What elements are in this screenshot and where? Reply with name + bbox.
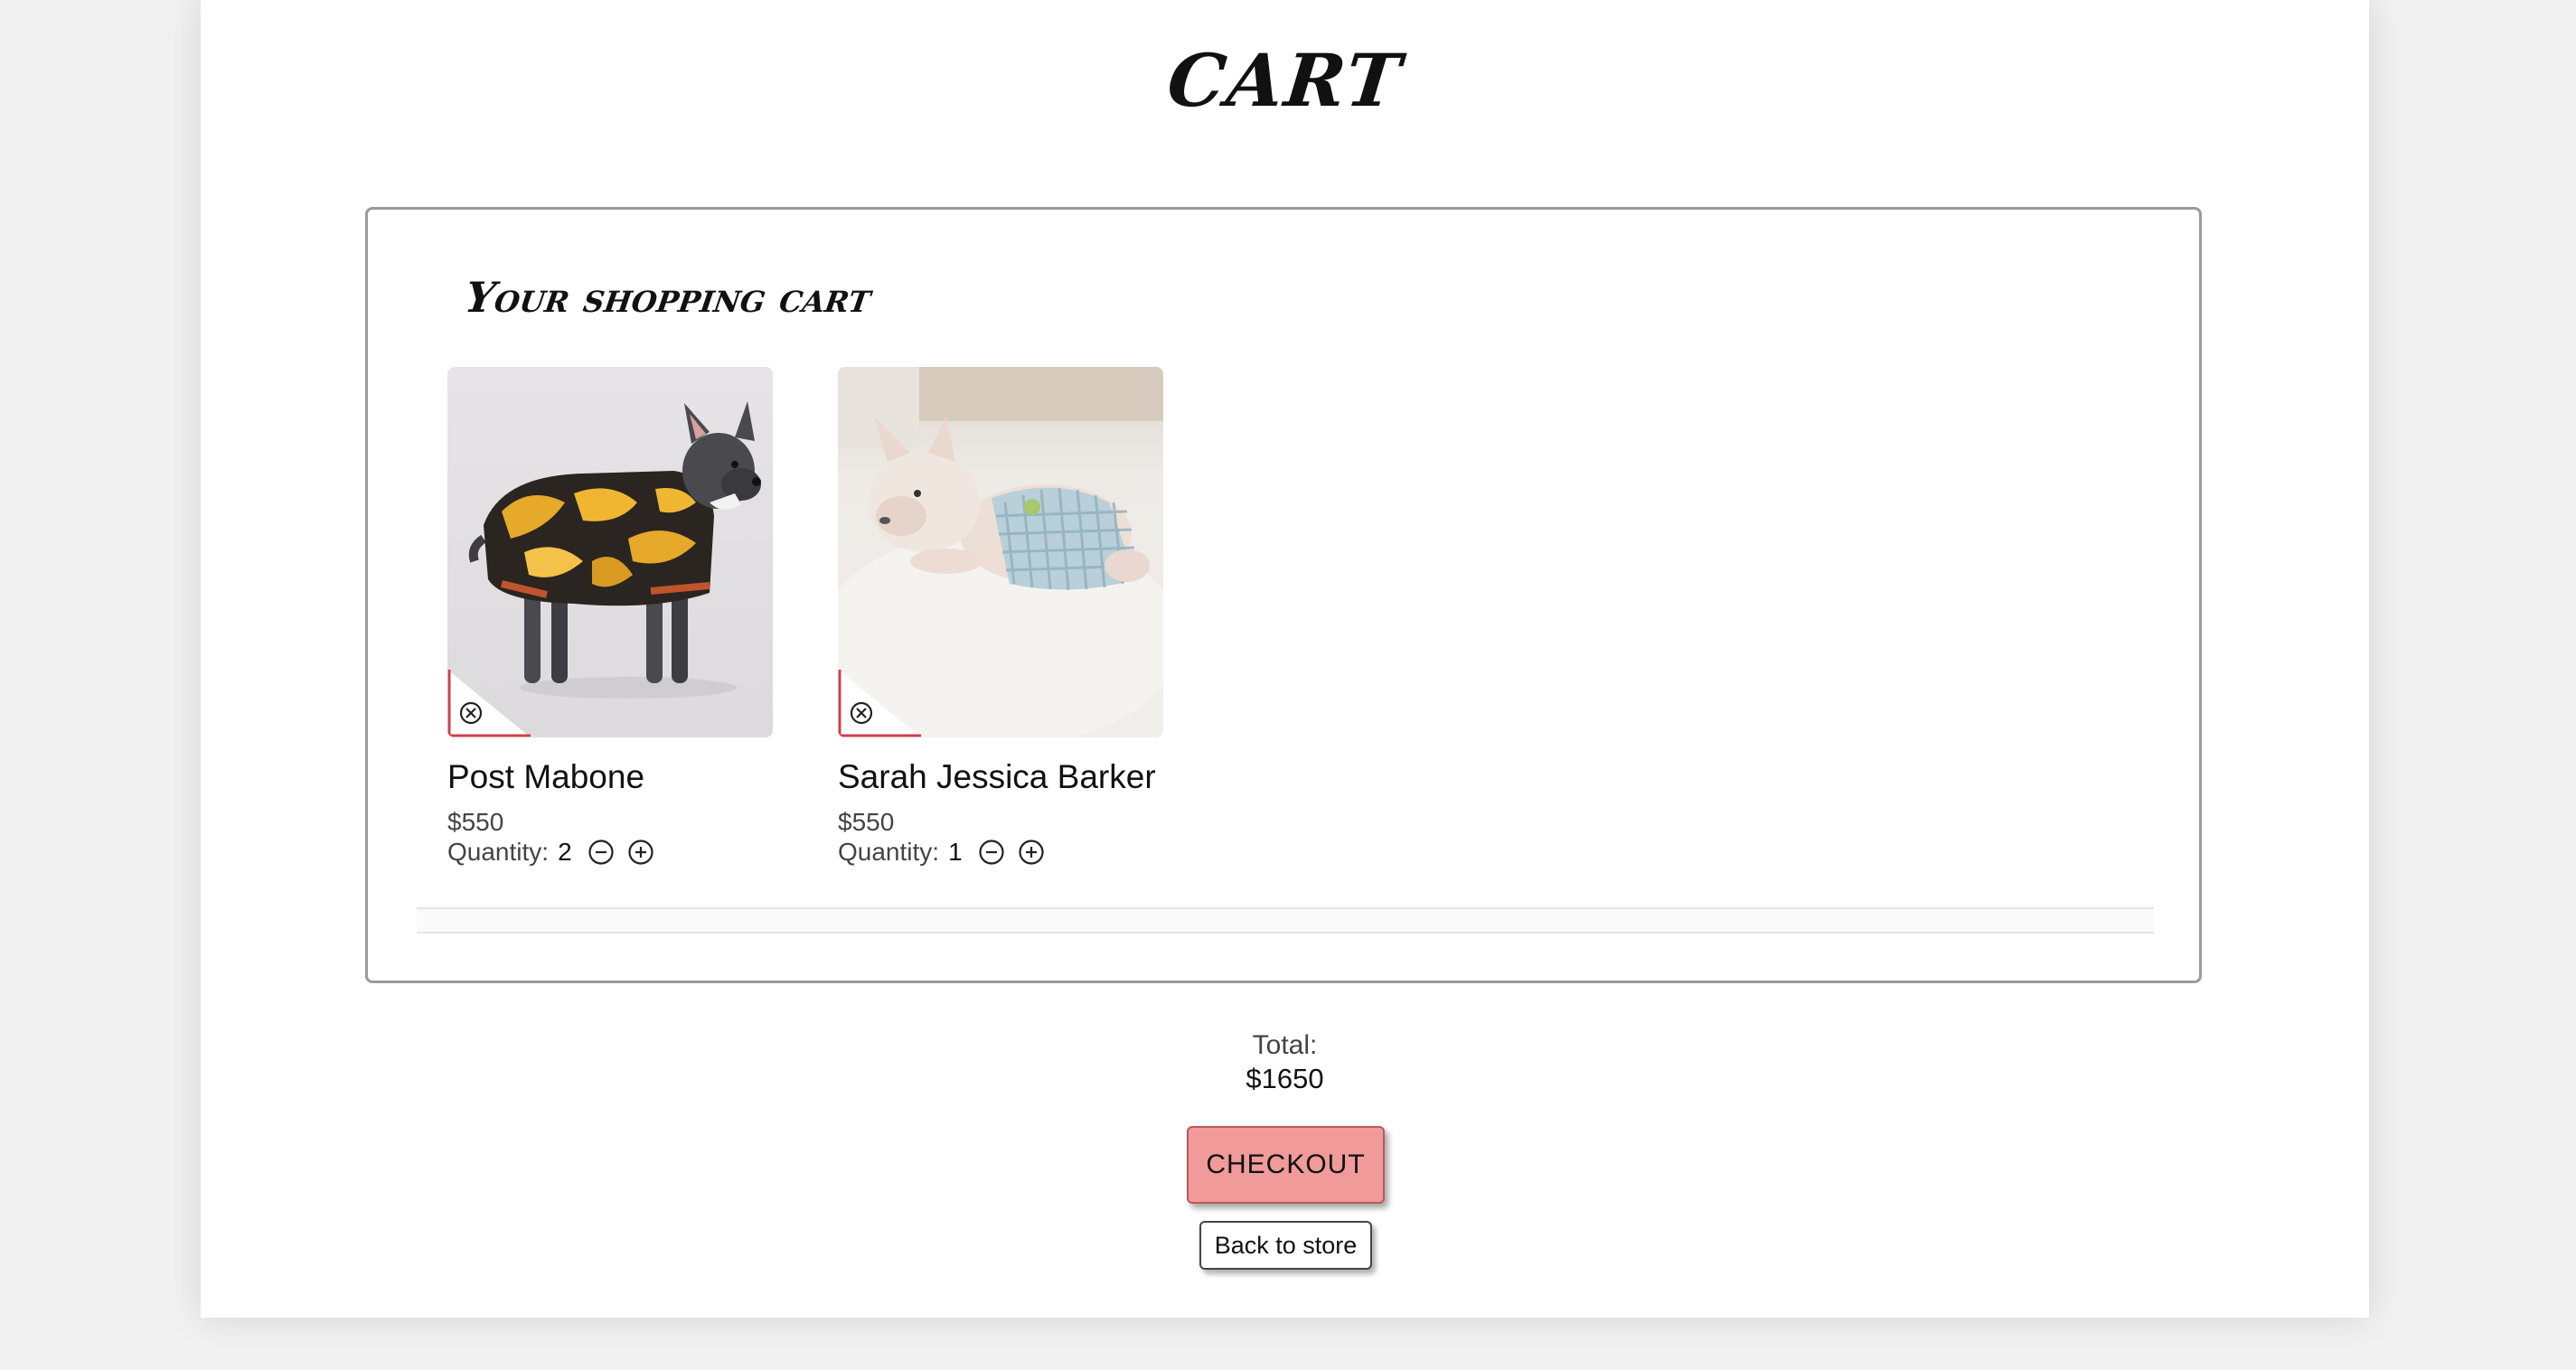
- cart-heading: Your shopping cart: [462, 273, 875, 322]
- page-container: Cart Your shopping cart: [201, 0, 2369, 1318]
- remove-item-button[interactable]: [447, 670, 531, 737]
- checkout-button[interactable]: CHECKOUT: [1187, 1126, 1385, 1204]
- increase-quantity-button[interactable]: [626, 838, 655, 867]
- cart-item: Post Mabone $550 Quantity: 2: [447, 367, 773, 868]
- decrease-quantity-button[interactable]: [977, 838, 1006, 867]
- increase-quantity-button[interactable]: [1017, 838, 1046, 867]
- minus-circle-icon: [588, 840, 614, 865]
- horizontal-scrollbar[interactable]: [417, 907, 2154, 934]
- minus-circle-icon: [979, 840, 1004, 865]
- product-image: [447, 367, 773, 737]
- item-name: Sarah Jessica Barker: [838, 758, 1156, 795]
- total-label: Total:: [1252, 1030, 1318, 1060]
- quantity-row: Quantity: 2: [447, 837, 773, 868]
- remove-item-button[interactable]: [838, 670, 921, 737]
- item-price: $550: [447, 808, 504, 836]
- page-title: Cart: [1163, 38, 1406, 123]
- plus-circle-icon: [628, 840, 653, 865]
- quantity-label: Quantity:: [838, 838, 940, 866]
- cart-item: Sarah Jessica Barker $550 Quantity: 1: [838, 367, 1163, 868]
- cart-panel: Your shopping cart Post Mabone $550 Quan…: [365, 207, 2202, 983]
- quantity-value: 1: [948, 838, 963, 866]
- quantity-row: Quantity: 1: [838, 837, 1163, 868]
- plus-circle-icon: [1019, 840, 1044, 865]
- decrease-quantity-button[interactable]: [587, 838, 616, 867]
- item-name: Post Mabone: [447, 758, 645, 795]
- total-value: $1650: [1246, 1063, 1324, 1094]
- product-image: [838, 367, 1163, 737]
- item-price: $550: [838, 808, 895, 836]
- quantity-label: Quantity:: [447, 838, 550, 866]
- back-to-store-button[interactable]: Back to store: [1199, 1221, 1372, 1270]
- quantity-value: 2: [558, 838, 572, 866]
